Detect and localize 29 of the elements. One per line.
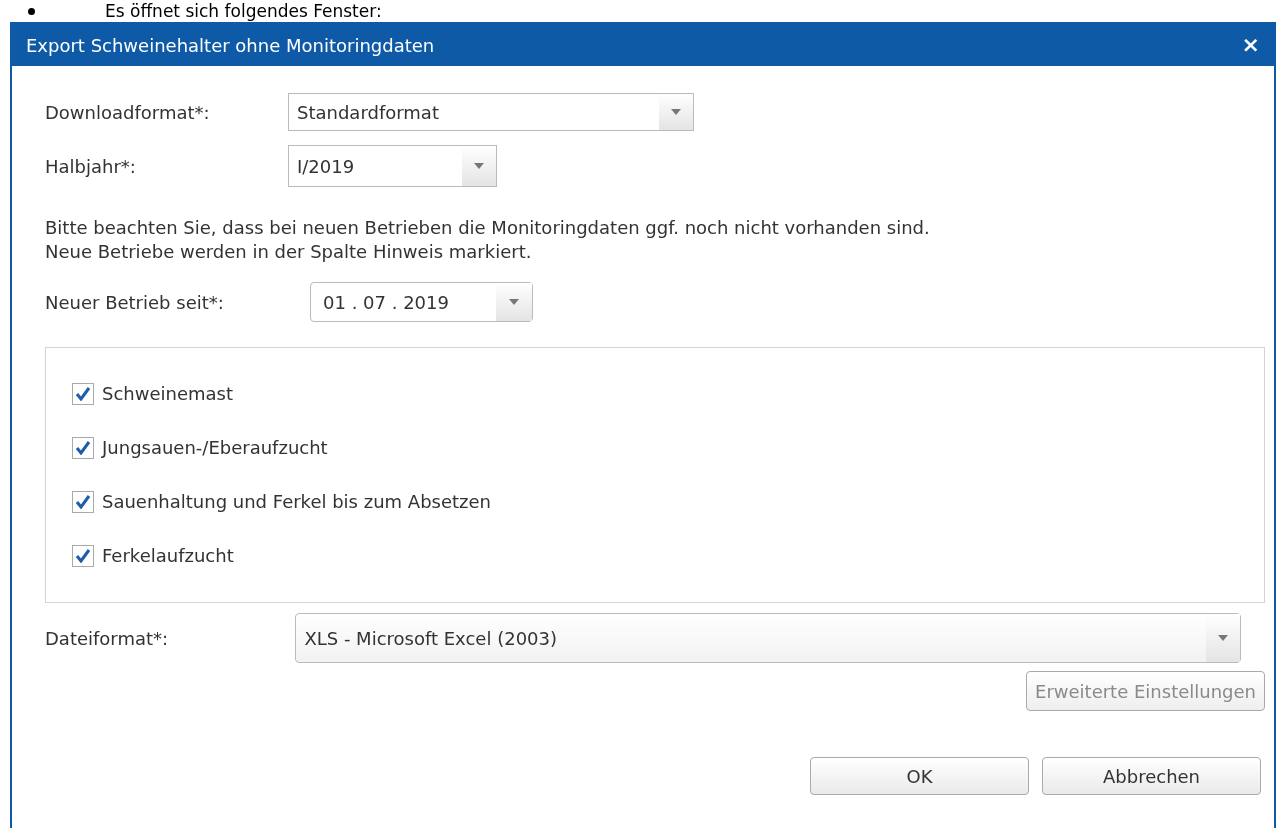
intro-text: Es öffnet sich folgendes Fenster:	[105, 0, 382, 22]
close-button[interactable]: ×	[1241, 34, 1260, 56]
checkbox-label: Sauenhaltung und Ferkel bis zum Absetzen	[102, 490, 491, 514]
checkbox-label: Jungsauen-/Eberaufzucht	[102, 436, 328, 460]
halbjahr-dropdown[interactable]: I/2019	[288, 145, 497, 187]
dateiformat-dropdown[interactable]: XLS - Microsoft Excel (2003)	[295, 613, 1241, 663]
field-label: Downloadformat*:	[45, 100, 211, 125]
caret-icon	[1206, 614, 1240, 662]
checkbox-label: Schweinemast	[102, 382, 233, 406]
note-text: Bitte beachten Sie, dass bei neuen Betrieben die Monitoringdaten ggf. noch nicht vorhanden sind. Neue Betriebe werden in der Spalte Hinweis markiert.	[45, 216, 931, 264]
window-title: Export Schweinehalter ohne Monitoringdaten	[26, 33, 435, 58]
bullet-icon	[28, 7, 35, 15]
date-value: 01 . 07 . 2019	[322, 290, 449, 315]
dropdown-value: XLS - Microsoft Excel (2003)	[303, 626, 557, 651]
checkbox[interactable]	[72, 544, 94, 567]
dropdown-value: I/2019	[296, 154, 355, 179]
ok-button[interactable]: OK	[810, 757, 1029, 795]
checkbox-label: Ferkelaufzucht	[102, 544, 234, 568]
field-label: Halbjahr*:	[45, 154, 137, 179]
field-label: Dateiformat*:	[45, 626, 170, 651]
downloadformat-dropdown[interactable]: Standardformat	[288, 93, 694, 131]
checkbox[interactable]	[72, 382, 94, 405]
cancel-button[interactable]: Abbrechen	[1042, 757, 1261, 795]
date-dropdown[interactable]: 01 . 07 . 2019	[310, 282, 533, 322]
dropdown-value: Standardformat	[296, 100, 439, 125]
caret-icon	[496, 283, 532, 321]
field-label: Neuer Betrieb seit*:	[45, 290, 225, 315]
checkbox[interactable]	[72, 490, 94, 513]
checkbox[interactable]	[72, 436, 94, 459]
